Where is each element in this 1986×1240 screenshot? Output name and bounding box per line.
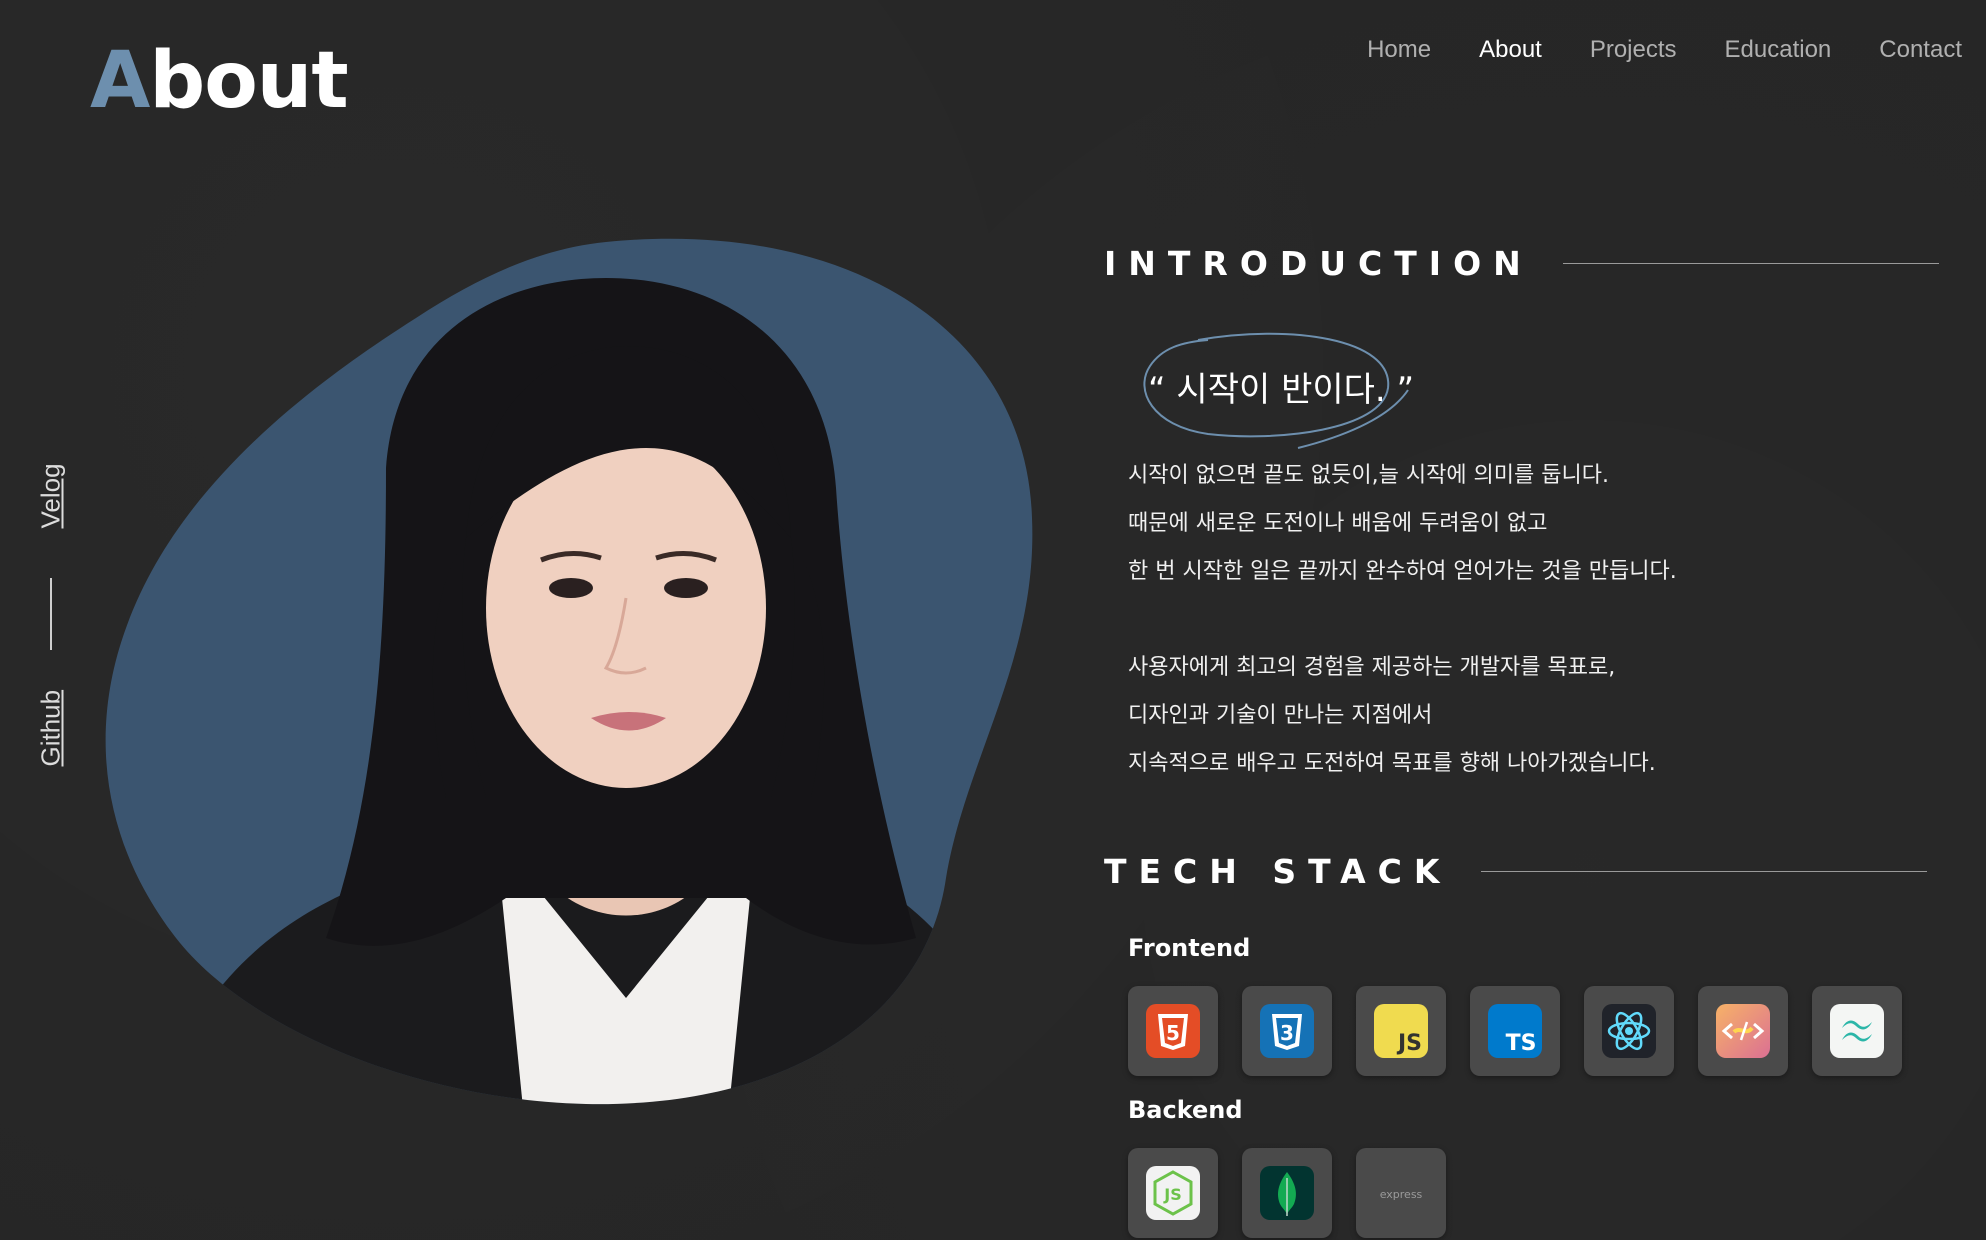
page-title: About	[90, 42, 349, 120]
introduction-heading: INTRODUCTION	[1104, 244, 1939, 283]
css3-icon: 3	[1260, 1004, 1314, 1058]
social-links: Velog Github	[30, 460, 72, 790]
javascript-icon: JS	[1374, 1004, 1428, 1058]
intro-quote: “ 시작이 반이다. ”	[1138, 330, 1418, 450]
nav-projects[interactable]: Projects	[1590, 36, 1677, 64]
nav-home[interactable]: Home	[1367, 36, 1431, 64]
github-link[interactable]: Github	[36, 690, 67, 767]
express-label: express	[1380, 1188, 1423, 1201]
profile-portrait	[86, 238, 1046, 1108]
css3-label: 3	[1280, 1021, 1294, 1045]
intro-line: 때문에 새로운 도전이나 배움에 두려움이 없고	[1128, 511, 1548, 536]
introduction-body: 시작이 없으면 끝도 없듯이,늘 시작에 의미를 둡니다. 때문에 새로운 도전…	[1128, 452, 1677, 788]
quote-text: “ 시작이 반이다. ”	[1148, 370, 1415, 410]
nodejs-icon: JS	[1146, 1166, 1200, 1220]
tailwind-tile[interactable]	[1812, 986, 1902, 1076]
intro-line: 지속적으로 배우고 도전하여 목표를 향해 나아가겠습니다.	[1128, 751, 1656, 776]
typescript-icon: TS	[1488, 1004, 1542, 1058]
backend-icons: JS express	[1128, 1148, 1446, 1238]
introduction-heading-rule	[1562, 263, 1939, 264]
mongodb-icon	[1260, 1166, 1314, 1220]
typescript-tile[interactable]: TS	[1470, 986, 1560, 1076]
profile-photo	[105, 238, 1033, 1105]
intro-line: 사용자에게 최고의 경험을 제공하는 개발자를 목표로,	[1128, 655, 1616, 680]
introduction-heading-text: INTRODUCTION	[1104, 244, 1533, 283]
backend-label: Backend	[1128, 1096, 1243, 1124]
frontend-icons: 5 3 JS TS	[1128, 986, 1902, 1076]
tech-stack-heading-rule	[1481, 871, 1928, 872]
page-title-accent-letter: A	[90, 36, 150, 126]
social-divider	[50, 578, 52, 650]
tech-stack-heading: TECH STACK	[1104, 852, 1928, 891]
react-icon	[1602, 1004, 1656, 1058]
styled-components-icon	[1716, 1004, 1770, 1058]
javascript-tile[interactable]: JS	[1356, 986, 1446, 1076]
express-tile[interactable]: express	[1356, 1148, 1446, 1238]
nodejs-label: JS	[1163, 1185, 1181, 1204]
tailwind-icon	[1830, 1004, 1884, 1058]
velog-link[interactable]: Velog	[36, 463, 67, 528]
frontend-label: Frontend	[1128, 934, 1251, 962]
javascript-label: JS	[1396, 1031, 1422, 1056]
tech-stack-heading-text: TECH STACK	[1104, 852, 1452, 891]
intro-line: 한 번 시작한 일은 끝까지 완수하여 얻어가는 것을 만듭니다.	[1128, 559, 1677, 584]
mongodb-tile[interactable]	[1242, 1148, 1332, 1238]
intro-line: 디자인과 기술이 만나는 지점에서	[1128, 703, 1433, 728]
styled-components-tile[interactable]	[1698, 986, 1788, 1076]
nodejs-tile[interactable]: JS	[1128, 1148, 1218, 1238]
html5-label: 5	[1166, 1021, 1180, 1045]
page-title-rest: bout	[149, 36, 348, 126]
typescript-label: TS	[1506, 1031, 1537, 1056]
html5-icon: 5	[1146, 1004, 1200, 1058]
express-icon: express	[1380, 1188, 1423, 1201]
html5-tile[interactable]: 5	[1128, 986, 1218, 1076]
intro-line: 시작이 없으면 끝도 없듯이,늘 시작에 의미를 둡니다.	[1128, 463, 1609, 488]
main-nav: Home About Projects Education Contact	[1367, 36, 1962, 64]
nav-about[interactable]: About	[1479, 36, 1542, 64]
nav-education[interactable]: Education	[1725, 36, 1832, 64]
css3-tile[interactable]: 3	[1242, 986, 1332, 1076]
react-tile[interactable]	[1584, 986, 1674, 1076]
nav-contact[interactable]: Contact	[1879, 36, 1962, 64]
